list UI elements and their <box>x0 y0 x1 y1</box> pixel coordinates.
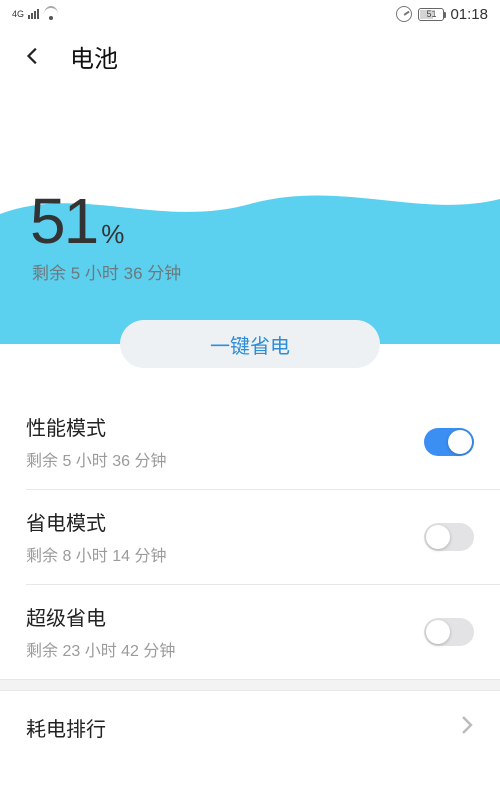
battery-percent-number: 51 <box>30 184 97 258</box>
row-power-usage-ranking[interactable]: 耗电排行 <box>0 691 500 764</box>
row-title: 耗电排行 <box>26 713 460 742</box>
row-text: 超级省电 剩余 23 小时 42 分钟 <box>26 602 424 661</box>
network-label: 4G <box>12 10 24 19</box>
row-text: 性能模式 剩余 5 小时 36 分钟 <box>26 412 424 471</box>
arrow-left-icon <box>23 45 45 67</box>
one-key-save-button[interactable]: 一键省电 <box>120 320 380 368</box>
toggle-knob <box>426 525 450 549</box>
battery-wave-panel: 51 % 剩余 5 小时 36 分钟 一键省电 <box>0 84 500 344</box>
row-subtitle: 剩余 23 小时 42 分钟 <box>26 637 424 661</box>
row-performance-mode[interactable]: 性能模式 剩余 5 小时 36 分钟 <box>0 394 500 489</box>
row-title: 超级省电 <box>26 602 424 631</box>
toggle-performance-mode[interactable] <box>424 428 474 456</box>
battery-remaining-main: 剩余 5 小时 36 分钟 <box>32 259 181 284</box>
back-button[interactable] <box>20 42 48 70</box>
row-power-save-mode[interactable]: 省电模式 剩余 8 小时 14 分钟 <box>0 489 500 584</box>
battery-icon: 51 <box>418 8 444 21</box>
app-header: 电池 <box>0 28 500 84</box>
status-left: 4G <box>12 8 59 20</box>
battery-percent-large: 51 % <box>30 184 124 258</box>
row-text: 耗电排行 <box>26 713 460 742</box>
toggle-knob <box>448 430 472 454</box>
toggle-power-save-mode[interactable] <box>424 523 474 551</box>
chevron-right-icon <box>460 715 474 740</box>
battery-percent-symbol: % <box>101 219 124 250</box>
battery-pct-small: 51 <box>426 9 436 19</box>
row-text: 省电模式 剩余 8 小时 14 分钟 <box>26 507 424 566</box>
clock: 01:18 <box>450 6 488 23</box>
wifi-icon <box>43 8 59 20</box>
mode-list: 性能模式 剩余 5 小时 36 分钟 省电模式 剩余 8 小时 14 分钟 超级… <box>0 394 500 679</box>
row-subtitle: 剩余 8 小时 14 分钟 <box>26 542 424 566</box>
row-title: 省电模式 <box>26 507 424 536</box>
data-speed-icon <box>396 6 412 22</box>
row-title: 性能模式 <box>26 412 424 441</box>
toggle-knob <box>426 620 450 644</box>
row-ultra-power-save-mode[interactable]: 超级省电 剩余 23 小时 42 分钟 <box>0 584 500 679</box>
signal-bars-icon <box>28 9 39 19</box>
page-title: 电池 <box>70 39 118 74</box>
status-bar: 4G 51 01:18 <box>0 0 500 28</box>
row-subtitle: 剩余 5 小时 36 分钟 <box>26 447 424 471</box>
section-separator <box>0 679 500 691</box>
status-right: 51 01:18 <box>396 6 488 23</box>
battery-settings-screen: 4G 51 01:18 电池 51 % 剩余 5 小时 36 分钟 <box>0 0 500 800</box>
toggle-ultra-power-save-mode[interactable] <box>424 618 474 646</box>
